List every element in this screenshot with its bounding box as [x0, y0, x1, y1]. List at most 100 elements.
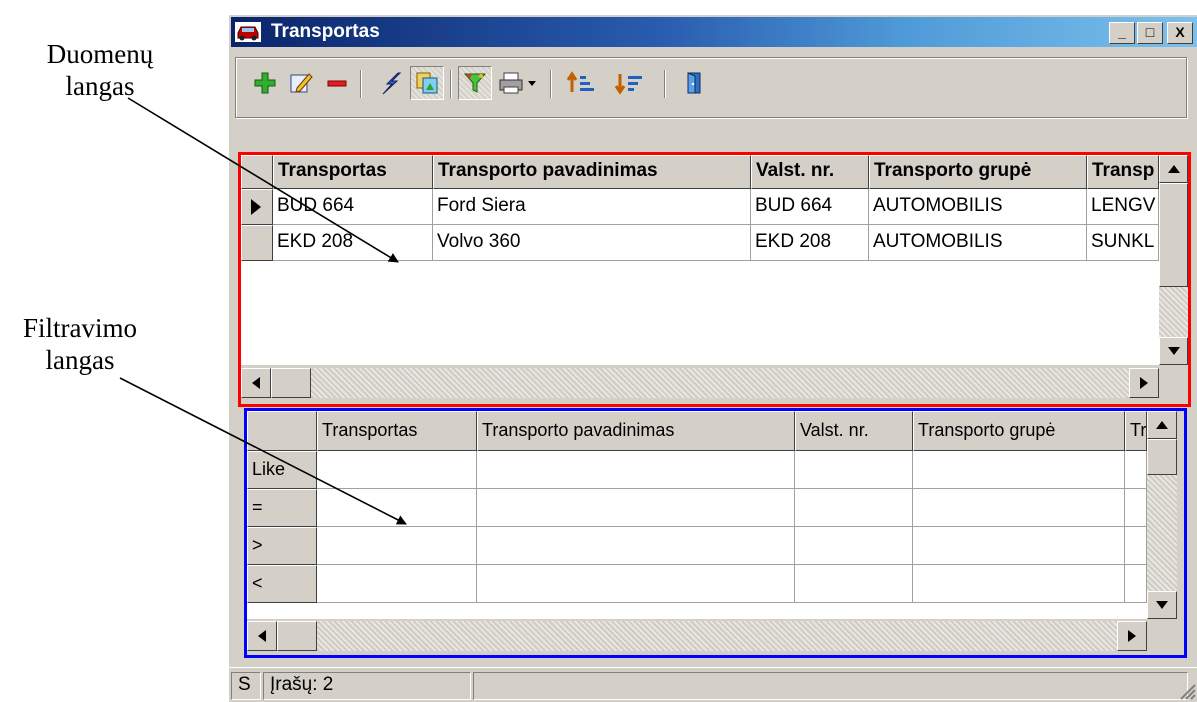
table-cell[interactable]: Volvo 360 [433, 225, 751, 261]
data-horizontal-scrollbar[interactable] [241, 368, 1159, 398]
table-cell[interactable]: EKD 208 [751, 225, 869, 261]
filter-input-cell[interactable] [1125, 489, 1147, 527]
filter-input-cell[interactable] [317, 565, 477, 603]
data-col-header-pavadinimas[interactable]: Transporto pavadinimas [433, 155, 751, 189]
toolbar-separator [450, 70, 452, 98]
data-col-header-valst-nr[interactable]: Valst. nr. [751, 155, 869, 189]
scroll-up-button[interactable] [1159, 155, 1188, 183]
filter-operator-like: Like [247, 451, 317, 489]
copy-button[interactable] [410, 66, 444, 100]
transportas-window: Transportas _ □ X Transportas Transporto… [228, 14, 1197, 702]
exit-button[interactable] [676, 66, 710, 100]
filter-input-cell[interactable] [1125, 565, 1147, 603]
status-mode: S [231, 672, 261, 700]
arrow-right-icon [1128, 630, 1136, 642]
filter-col-header-transportas[interactable]: Transportas [317, 411, 477, 451]
filter-col-header-tr[interactable]: Tr [1125, 411, 1147, 451]
table-cell[interactable]: LENGV [1087, 189, 1159, 225]
data-window-callout: Duomenų langas [20, 38, 180, 102]
window-title: Transportas [271, 21, 380, 42]
table-cell[interactable]: AUTOMOBILIS [869, 225, 1087, 261]
scroll-right-button[interactable] [1129, 368, 1159, 398]
car-icon [235, 22, 261, 42]
minimize-button[interactable]: _ [1109, 22, 1135, 44]
filter-input-cell[interactable] [913, 489, 1125, 527]
filter-input-cell[interactable] [317, 489, 477, 527]
sort-descending-button[interactable] [610, 66, 654, 100]
close-button[interactable]: X [1167, 22, 1193, 44]
toolbar-separator [664, 70, 666, 98]
arrow-down-icon [1156, 601, 1168, 609]
filter-input-cell[interactable] [1125, 527, 1147, 565]
filter-input-cell[interactable] [795, 565, 913, 603]
scroll-down-button[interactable] [1147, 591, 1177, 619]
data-col-header-transportas[interactable]: Transportas [273, 155, 433, 189]
filter-input-cell[interactable] [477, 527, 795, 565]
scroll-thumb[interactable] [1159, 183, 1188, 287]
filter-button[interactable] [458, 66, 492, 100]
edit-button[interactable] [284, 66, 318, 100]
add-button[interactable] [248, 66, 282, 100]
table-cell[interactable]: SUNKL [1087, 225, 1159, 261]
filter-operator-less: < [247, 565, 317, 603]
scroll-left-button[interactable] [247, 621, 277, 651]
table-cell[interactable]: EKD 208 [273, 225, 433, 261]
filter-input-cell[interactable] [317, 451, 477, 489]
title-bar[interactable]: Transportas _ □ X [231, 17, 1197, 47]
toolbar [235, 57, 1187, 118]
table-cell[interactable]: AUTOMOBILIS [869, 189, 1087, 225]
data-window-callout-line2: langas [65, 71, 135, 101]
data-grid-corner [241, 155, 273, 189]
filter-input-cell[interactable] [913, 451, 1125, 489]
filter-col-header-valst-nr[interactable]: Valst. nr. [795, 411, 913, 451]
row-indicator-current[interactable] [241, 189, 273, 225]
arrow-right-icon [1140, 377, 1148, 389]
filter-input-cell[interactable] [477, 565, 795, 603]
filter-input-cell[interactable] [477, 451, 795, 489]
resize-grip-icon[interactable] [1178, 682, 1196, 700]
filter-input-cell[interactable] [317, 527, 477, 565]
filter-icon [463, 73, 487, 93]
delete-button[interactable] [320, 66, 354, 100]
add-icon [254, 72, 276, 94]
table-cell[interactable]: BUD 664 [751, 189, 869, 225]
arrow-left-icon [258, 630, 266, 642]
filter-input-cell[interactable] [913, 565, 1125, 603]
data-window-callout-line1: Duomenų [46, 39, 154, 69]
filter-input-cell[interactable] [913, 527, 1125, 565]
sort-ascending-button[interactable] [562, 66, 606, 100]
lightning-icon [382, 72, 402, 95]
scroll-right-button[interactable] [1117, 621, 1147, 651]
data-col-header-transp[interactable]: Transp [1087, 155, 1159, 189]
arrow-up-icon [1156, 421, 1168, 429]
filter-col-header-pavadinimas[interactable]: Transporto pavadinimas [477, 411, 795, 451]
filter-input-cell[interactable] [795, 527, 913, 565]
filter-input-cell[interactable] [477, 489, 795, 527]
scroll-left-button[interactable] [241, 368, 271, 398]
scroll-thumb[interactable] [271, 368, 311, 398]
filter-input-cell[interactable] [795, 489, 913, 527]
sort-ascending-icon [566, 71, 594, 92]
exit-door-icon [687, 72, 701, 94]
filter-window-callout: Filtravimo langas [0, 312, 160, 376]
row-indicator[interactable] [241, 225, 273, 261]
table-cell[interactable]: BUD 664 [273, 189, 433, 225]
scroll-down-button[interactable] [1159, 337, 1188, 365]
scroll-up-button[interactable] [1147, 411, 1177, 439]
table-cell[interactable]: Ford Siera [433, 189, 751, 225]
data-grid: Transportas Transporto pavadinimas Valst… [238, 152, 1191, 407]
filter-col-header-grupe[interactable]: Transporto grupė [913, 411, 1125, 451]
filter-input-cell[interactable] [795, 451, 913, 489]
filter-input-cell[interactable] [1125, 451, 1147, 489]
status-bar: S Įrašų: 2 [229, 667, 1197, 702]
filter-horizontal-scrollbar[interactable] [247, 621, 1147, 651]
status-record-count: Įrašų: 2 [263, 672, 471, 700]
print-button[interactable] [496, 66, 540, 100]
lightning-button[interactable] [374, 66, 408, 100]
data-col-header-grupe[interactable]: Transporto grupė [869, 155, 1087, 189]
scroll-thumb[interactable] [277, 621, 317, 651]
filter-window-callout-line2: langas [45, 345, 115, 375]
scroll-thumb[interactable] [1147, 439, 1177, 475]
print-icon [499, 72, 536, 94]
maximize-button[interactable]: □ [1137, 22, 1163, 44]
